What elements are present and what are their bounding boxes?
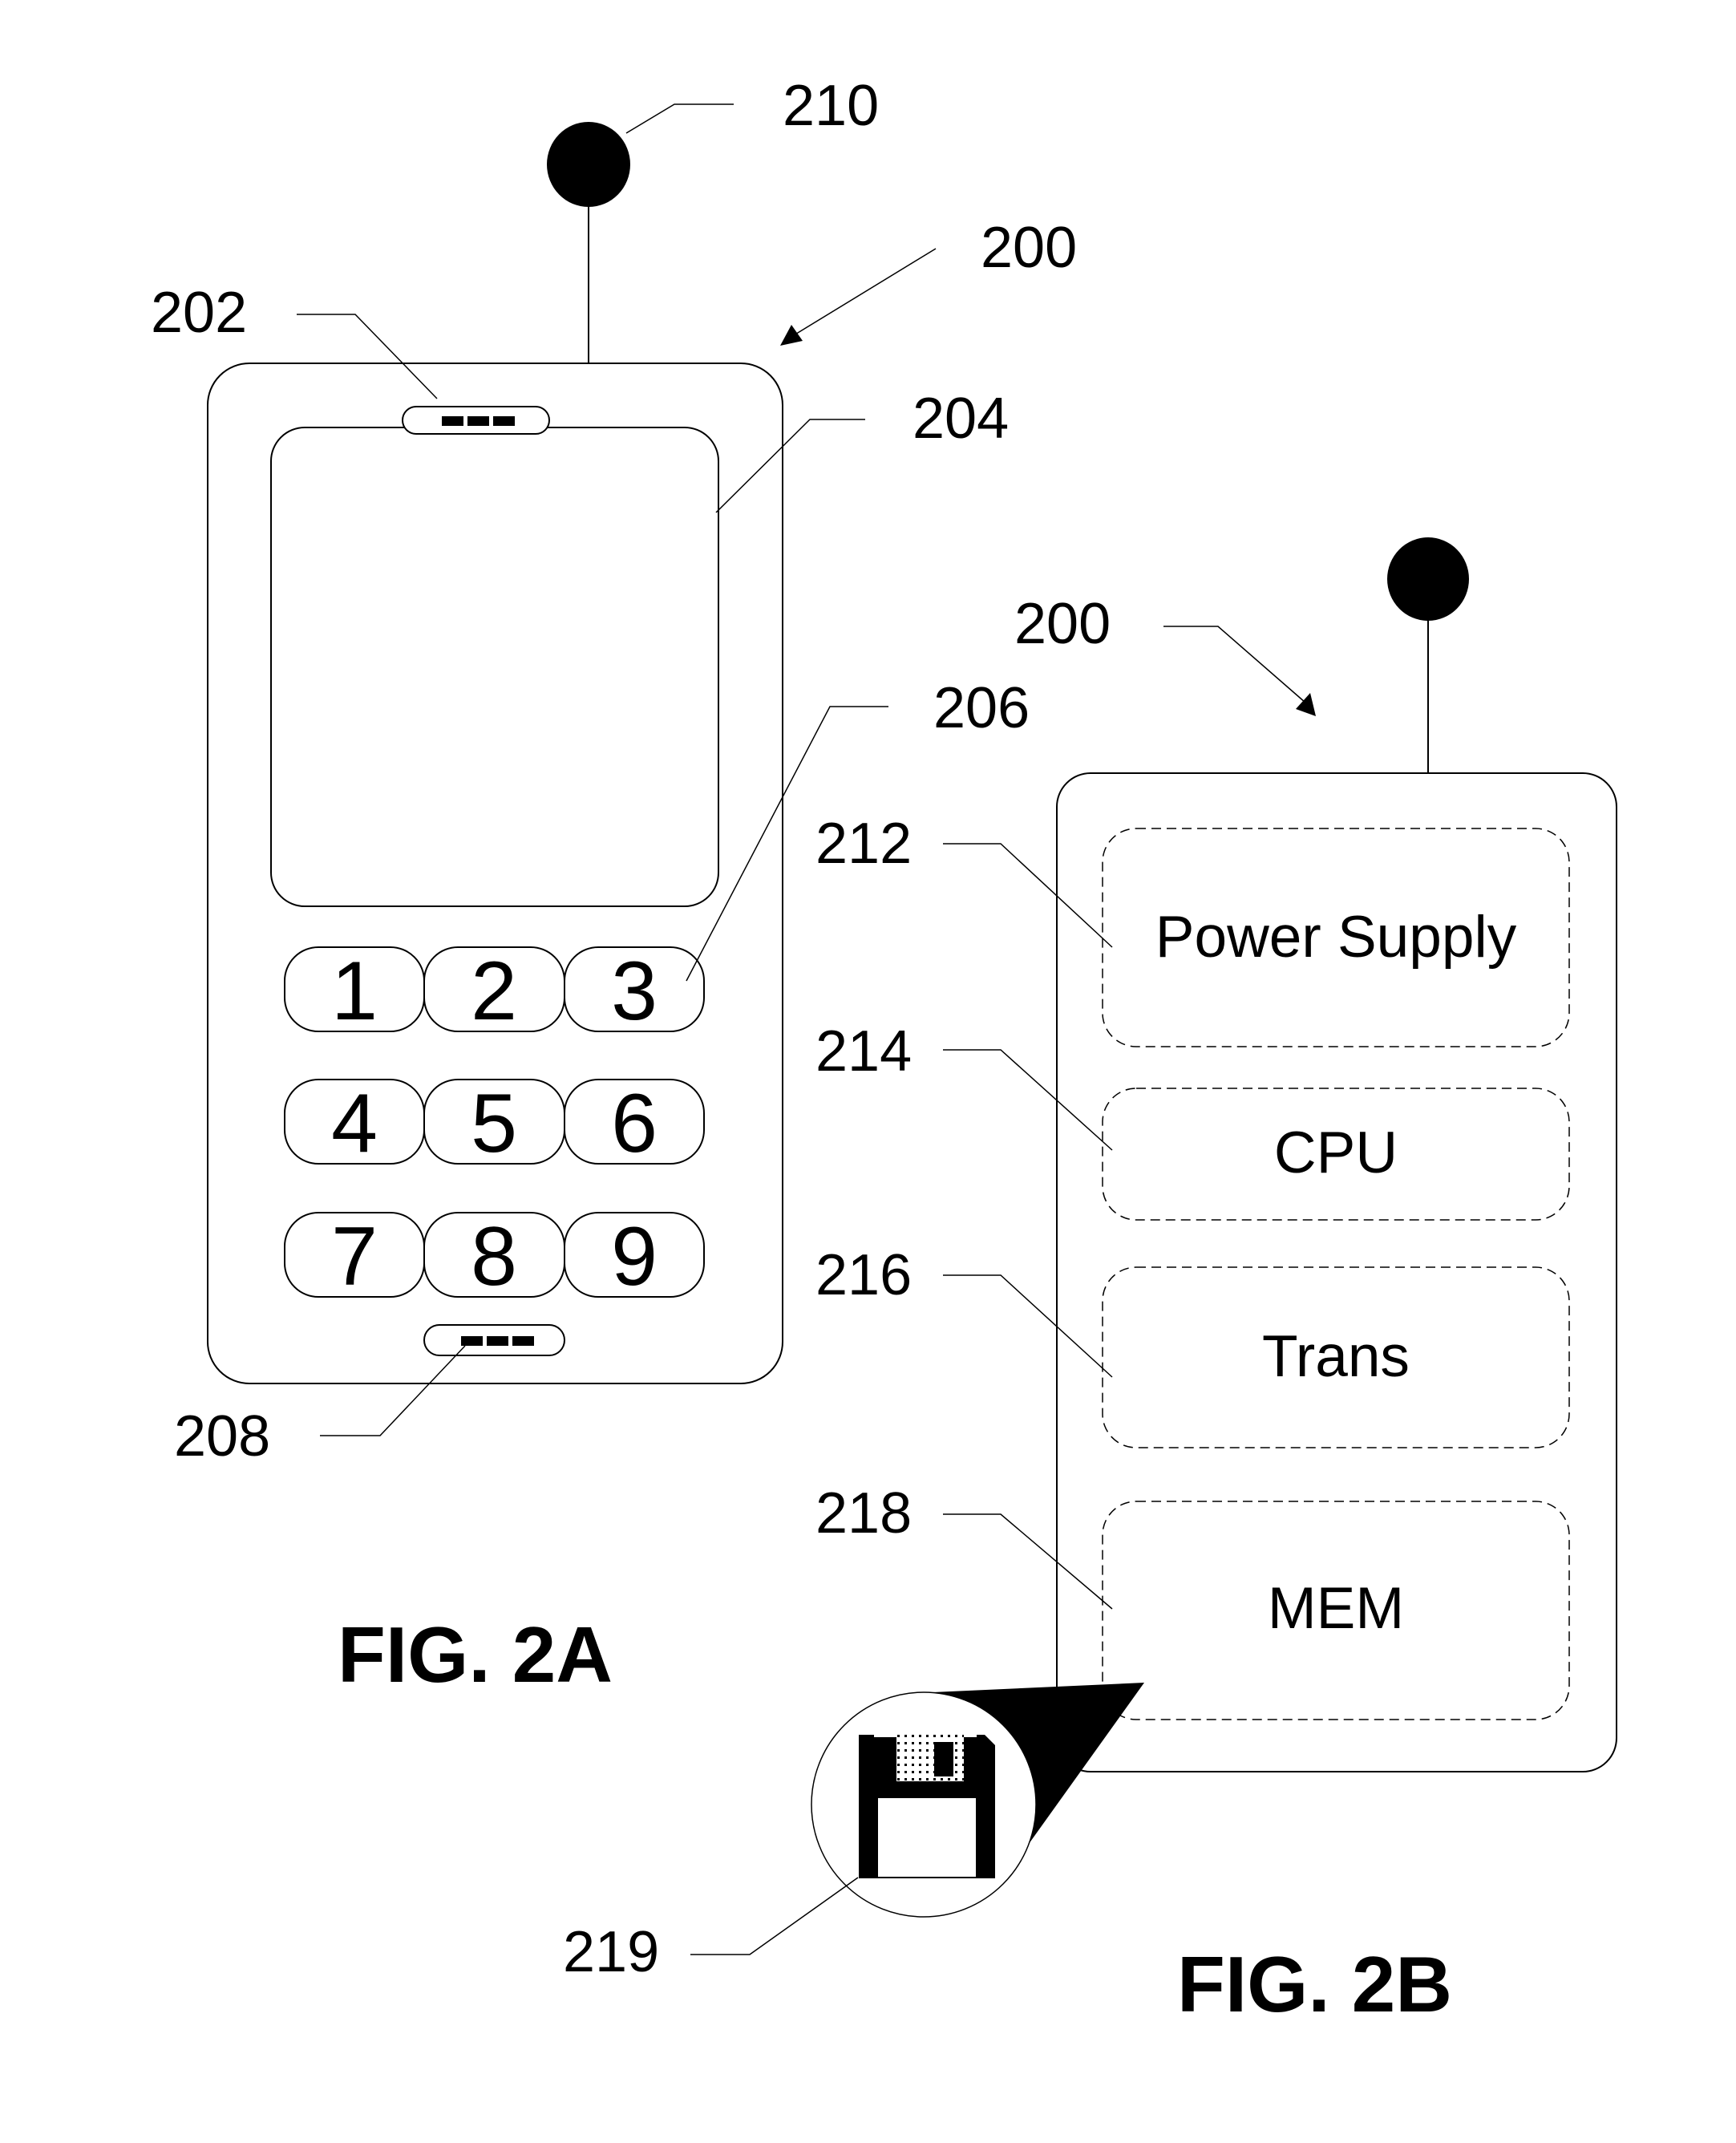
leader-218 [943,1513,1113,1610]
leader-200-2b [1163,626,1306,703]
key-label: 8 [471,1210,517,1303]
key-1[interactable]: 1 [284,945,425,1038]
ref-label-218: 218 [815,1481,912,1545]
antenna-2b [1387,537,1469,773]
component-label: CPU [1274,1120,1398,1185]
ref-label-212: 212 [815,812,912,876]
earpiece-slot-icon [467,416,489,426]
ref-label-204: 204 [913,387,1009,451]
key-4[interactable]: 4 [284,1077,425,1170]
key-label: 5 [471,1077,517,1170]
key-3[interactable]: 3 [564,945,705,1038]
ref-label-206: 206 [933,676,1030,740]
key-label: 7 [331,1210,378,1303]
leader-216 [943,1274,1113,1378]
leader-212 [943,843,1113,948]
component-cpu: CPU [1102,1088,1570,1221]
ref-label-219: 219 [563,1920,659,1984]
key-label: 9 [611,1210,658,1303]
fig-2b: 200 Power Supply 212 CPU 214 Trans 216 M… [563,537,1617,2028]
fig-2a: 210 200 202 204 1 2 3 4 5 6 7 8 9 206 20… [151,74,1077,1699]
component-label: MEM [1268,1576,1404,1641]
leader-210 [625,103,734,134]
ref-label-208: 208 [174,1404,270,1469]
key-6[interactable]: 6 [564,1077,705,1170]
antenna-ball-icon [547,122,630,207]
component-mem: MEM [1102,1501,1570,1720]
component-label: Trans [1262,1324,1410,1389]
key-5[interactable]: 5 [423,1077,565,1170]
mic-slot-icon [461,1336,483,1346]
mic-slot-icon [487,1336,508,1346]
key-label: 2 [471,945,517,1038]
leader-219 [690,1877,859,1955]
key-label: 1 [331,945,378,1038]
storage-callout [811,1683,1144,1918]
key-label: 6 [611,1077,658,1170]
ref-label-200-2a: 200 [981,216,1077,280]
key-7[interactable]: 7 [284,1210,425,1303]
keypad: 1 2 3 4 5 6 7 8 9 [284,945,705,1303]
ref-label-210: 210 [783,74,879,138]
antenna-2a [547,122,630,363]
figure-caption-2b: FIG. 2B [1177,1940,1452,2028]
antenna-ball-icon [1387,537,1469,621]
leader-200-2a [793,248,937,336]
arrowhead-200-2a-icon [780,325,803,346]
phone-display [270,427,719,907]
patent-drawing: 210 200 202 204 1 2 3 4 5 6 7 8 9 206 20… [151,74,1617,2028]
key-2[interactable]: 2 [423,945,565,1038]
component-trans: Trans [1102,1266,1570,1448]
key-9[interactable]: 9 [564,1210,705,1303]
earpiece-slot-icon [493,416,515,426]
ref-label-200-2b: 200 [1014,592,1111,656]
leader-202 [297,314,438,399]
earpiece [402,406,550,435]
mic-slot-icon [512,1336,534,1346]
ref-label-214: 214 [815,1019,912,1084]
microphone [423,1324,565,1356]
earpiece-slot-icon [442,416,463,426]
ref-label-202: 202 [151,281,247,345]
component-label: Power Supply [1155,905,1517,970]
leader-214 [943,1049,1113,1151]
component-power-supply: Power Supply [1102,828,1570,1047]
floppy-disk-icon [859,1735,995,1878]
key-label: 3 [611,945,658,1038]
key-8[interactable]: 8 [423,1210,565,1303]
key-label: 4 [331,1077,378,1170]
leader-208 [320,1345,466,1436]
ref-label-216: 216 [815,1243,912,1307]
leader-204 [715,419,865,513]
figure-caption-2a: FIG. 2A [338,1610,613,1699]
